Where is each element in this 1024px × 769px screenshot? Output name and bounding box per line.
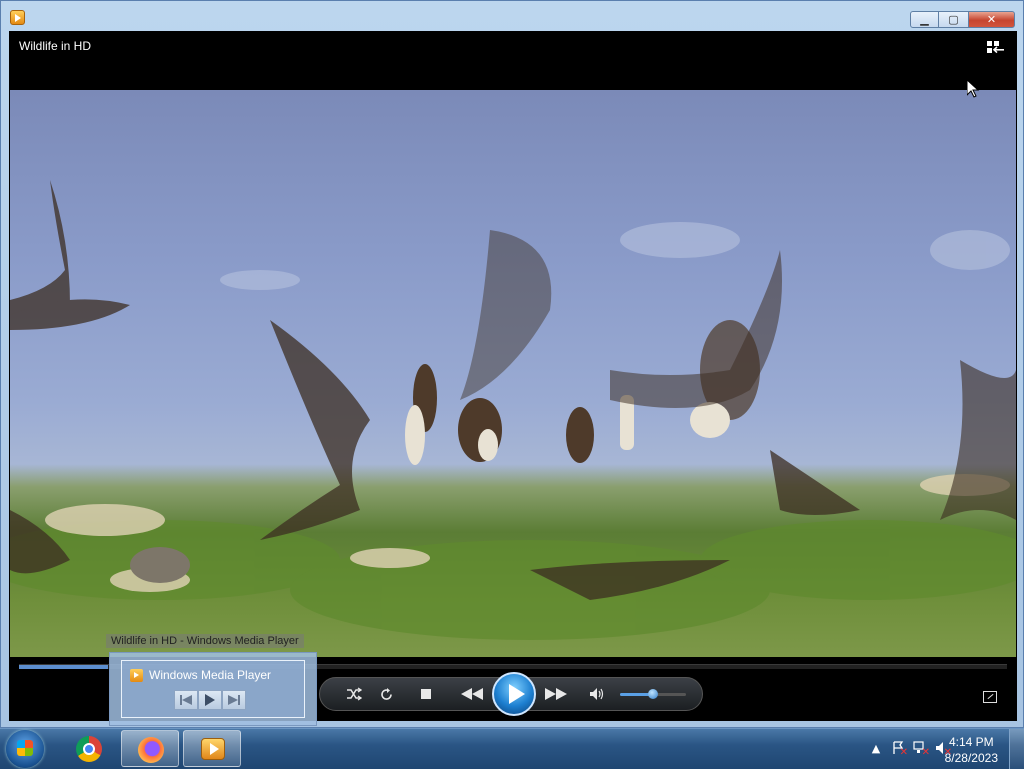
fast-forward-icon [545,688,567,700]
video-frame[interactable] [10,90,1016,657]
chrome-icon [76,736,102,762]
taskbar-chrome[interactable] [60,730,118,767]
thumbnail-title: Windows Media Player [149,668,272,682]
mute-button[interactable] [584,678,610,710]
rewind-icon [461,688,483,700]
thumbnail-previous-button[interactable] [174,690,198,710]
shuffle-button[interactable] [340,678,368,710]
skip-next-icon [228,695,240,705]
system-clock[interactable]: 4:14 PM 8/28/2023 [945,734,998,766]
speaker-icon [590,688,604,700]
switch-to-library-icon[interactable] [987,40,1005,54]
play-icon [205,694,215,706]
volume-knob[interactable] [648,689,658,699]
volume-slider[interactable] [620,689,686,699]
taskbar-media-player[interactable] [183,730,241,767]
repeat-button[interactable] [372,678,400,710]
show-hidden-icons-button[interactable]: ▲ [868,741,884,755]
start-button[interactable] [6,730,44,768]
thumbnail-play-button[interactable] [198,690,222,710]
windows-media-player-icon [201,738,225,760]
maximize-button[interactable]: ▢ [939,11,968,28]
shuffle-icon [347,687,362,701]
media-player-window: ▁ ▢ ✕ Wildlife in HD [0,0,1024,728]
clock-date: 8/28/2023 [944,751,998,765]
taskbar: ▲ ✕ ✕ ✕ 4:14 PM 8/28/2023 [0,728,1024,769]
transport-controls [319,672,703,716]
stop-button[interactable] [412,678,440,710]
next-button[interactable] [538,678,574,710]
taskbar-firefox[interactable] [121,730,179,767]
skip-previous-icon [180,695,192,705]
minimize-button[interactable]: ▁ [910,11,939,28]
thumbnail-toolbar [174,690,246,710]
previous-button[interactable] [454,678,490,710]
mouse-cursor-icon [967,80,979,98]
windows-media-player-icon [130,669,143,682]
now-playing-area: Wildlife in HD [9,31,1017,721]
play-button[interactable] [492,672,536,716]
network-icon[interactable]: ✕ [912,741,930,758]
repeat-icon [380,687,392,700]
clock-time: 4:14 PM [948,735,994,749]
close-button[interactable]: ✕ [968,11,1015,28]
system-tray: ▲ ✕ ✕ ✕ [868,741,952,758]
show-desktop-button[interactable] [1009,729,1024,769]
fullscreen-icon[interactable] [983,691,997,703]
stop-icon [421,689,431,699]
taskbar-thumbnail-preview[interactable]: Windows Media Player [109,652,317,726]
thumbnail-next-button[interactable] [222,690,246,710]
media-title: Wildlife in HD [19,39,92,53]
title-bar[interactable]: ▁ ▢ ✕ [1,1,1023,31]
thumbnail-frame: Windows Media Player [121,660,305,718]
firefox-icon [138,737,164,763]
thumbnail-caption: Wildlife in HD - Windows Media Player [106,634,304,648]
seek-progress [19,665,108,669]
window-controls: ▁ ▢ ✕ [910,11,1015,28]
windows-media-player-icon[interactable] [10,10,25,25]
action-center-icon[interactable]: ✕ [890,741,908,758]
